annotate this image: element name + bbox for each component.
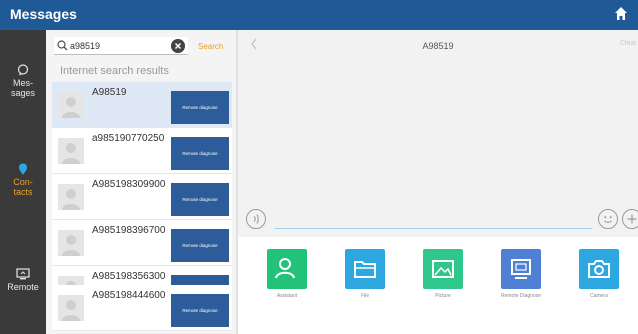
result-name: A985198396700: [92, 225, 166, 236]
plus-icon[interactable]: [622, 209, 638, 229]
nav-item-remote[interactable]: Remote: [0, 268, 46, 292]
message-input[interactable]: [274, 207, 592, 229]
search-button[interactable]: Search: [198, 42, 223, 51]
contact-list-pane: Search Internet search results A98519 Re…: [46, 30, 236, 334]
home-icon[interactable]: [614, 6, 628, 22]
result-name: A985198309900: [92, 179, 166, 190]
nav-rail: Mes- sages Con- tacts Remote: [0, 30, 46, 334]
tray-label-camera: Camera: [590, 293, 608, 299]
search-box: [54, 37, 188, 55]
nav-label-line1: Remote: [7, 282, 39, 292]
result-row[interactable]: a985190770250 Remote diagnose: [52, 128, 232, 174]
result-name: A98519: [92, 87, 127, 98]
chat-title: A98519: [422, 41, 454, 51]
title-bar: Messages: [0, 0, 638, 30]
camera-icon: [588, 260, 610, 278]
tray-label-picture: Picture: [435, 293, 451, 299]
search-input[interactable]: [70, 38, 162, 54]
remote-diagnose-button[interactable]: Remote diagnose: [171, 137, 229, 170]
avatar-icon: [58, 138, 84, 164]
results-heading: Internet search results: [60, 65, 169, 77]
chat-bubble-icon: [17, 64, 29, 76]
result-row[interactable]: A985198444600 Remote diagnose: [52, 285, 232, 331]
clear-icon[interactable]: [171, 39, 185, 53]
nav-label-line2: sages: [10, 88, 36, 98]
contact-icon: [19, 163, 27, 175]
tray-label-file: File: [360, 293, 370, 299]
result-name: A985198356300: [92, 271, 166, 282]
result-name: a985190770250: [92, 133, 165, 144]
message-input-bar: [238, 203, 638, 237]
result-name: A985198444600: [92, 290, 166, 301]
remote-diagnose-button[interactable]: Remote diagnose: [171, 294, 229, 327]
remote-diagnose-icon: [511, 259, 531, 279]
nav-item-contacts[interactable]: Con- tacts: [0, 163, 46, 197]
tray-label-remote-diagnose: Remote Diagnose: [500, 293, 542, 299]
avatar-icon: [58, 92, 84, 118]
result-row[interactable]: A98519 Remote diagnose: [52, 82, 232, 128]
emoji-icon[interactable]: [598, 209, 618, 229]
nav-label-line2: tacts: [13, 187, 33, 197]
tray-label-assistant: Assistant: [276, 293, 298, 299]
picture-button[interactable]: [423, 249, 463, 289]
voice-icon[interactable]: [246, 209, 266, 229]
remote-diagnose-button[interactable]: Remote diagnose: [171, 229, 229, 262]
nav-item-messages[interactable]: Mes- sages: [0, 64, 46, 98]
search-icon: [57, 40, 68, 51]
avatar-icon: [58, 230, 84, 256]
camera-button[interactable]: [579, 249, 619, 289]
remote-diagnose-tray-button[interactable]: [501, 249, 541, 289]
file-button[interactable]: [345, 249, 385, 289]
clear-chat-button[interactable]: Clear: [620, 40, 637, 47]
nav-label-line1: Con-: [13, 177, 33, 187]
app-title: Messages: [10, 6, 77, 22]
remote-icon: [16, 268, 30, 280]
avatar-icon: [58, 184, 84, 210]
assistant-button[interactable]: [267, 249, 307, 289]
attachment-tray: Assistant File Picture Remote Diagnose C…: [238, 237, 638, 334]
result-row[interactable]: A985198396700 Remote diagnose: [52, 220, 232, 266]
nav-label-line1: Mes-: [13, 78, 33, 88]
avatar-icon: [58, 295, 84, 321]
remote-diagnose-button[interactable]: Remote diagnose: [171, 183, 229, 216]
remote-diagnose-button[interactable]: Remote diagnose: [171, 91, 229, 124]
folder-icon: [354, 261, 376, 278]
picture-icon: [432, 260, 454, 278]
person-icon: [275, 258, 295, 279]
result-row[interactable]: A985198309900 Remote diagnose: [52, 174, 232, 220]
